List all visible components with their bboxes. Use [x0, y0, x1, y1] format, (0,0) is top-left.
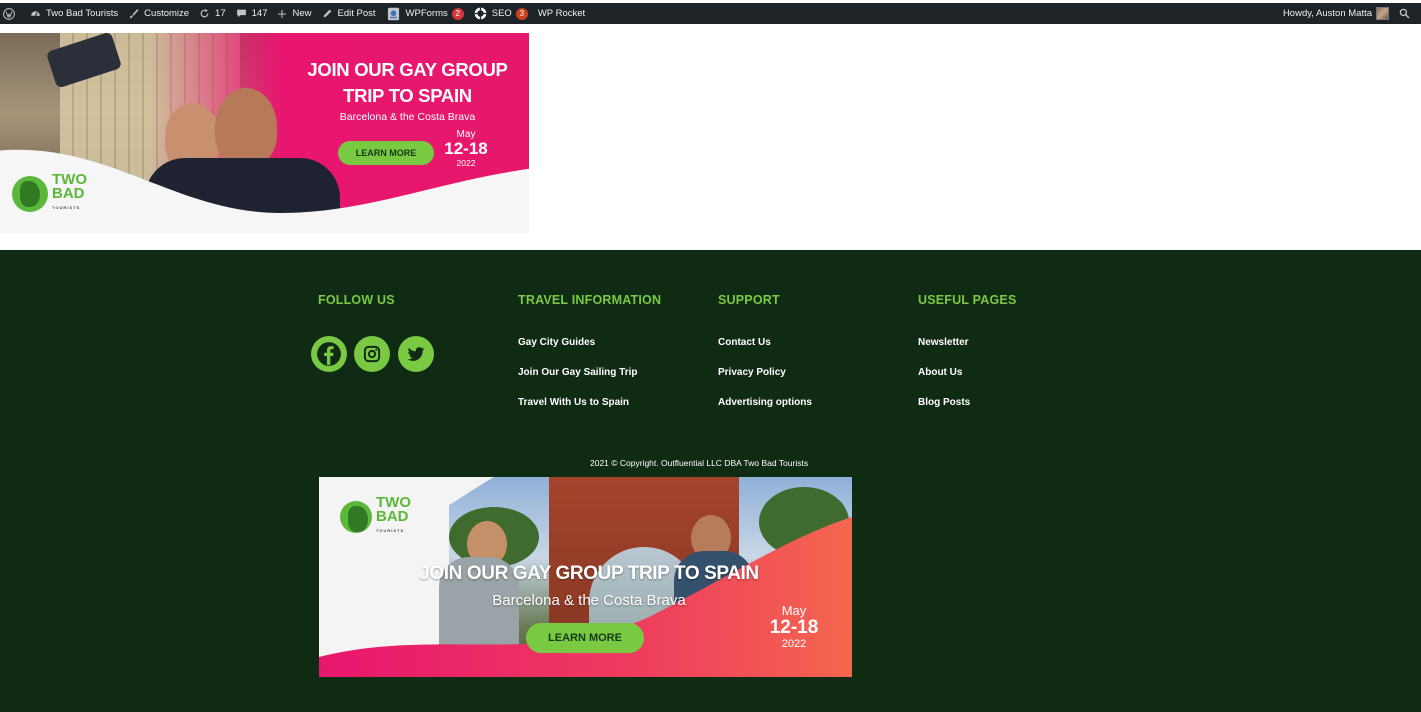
date-year: 2022 [456, 158, 476, 168]
banner-date: May 12-18 2022 [441, 129, 491, 173]
refresh-icon [200, 9, 209, 18]
wpforms-button[interactable]: WPForms 2 [381, 3, 469, 24]
two-bad-tourists-logo: TWO BAD TOURISTS [340, 495, 411, 538]
logo-line2: BAD [52, 185, 85, 202]
instagram-icon [363, 345, 381, 363]
date-year: 2022 [781, 638, 807, 650]
logo-text: TWO BAD TOURISTS [52, 172, 87, 215]
search-button[interactable] [1394, 3, 1421, 24]
wpforms-icon [387, 7, 399, 20]
banner-subtitle: Barcelona & the Costa Brava [492, 592, 686, 609]
new-content-button[interactable]: New [272, 3, 316, 24]
link-travel-spain[interactable]: Travel With Us to Spain [518, 397, 629, 408]
customize-button[interactable]: Customize [123, 3, 194, 24]
logo-text: TWO BAD TOURISTS [376, 495, 411, 538]
comments-count: 147 [251, 8, 268, 19]
link-privacy-policy[interactable]: Privacy Policy [718, 367, 786, 378]
copyright-text: 2021 © Copyright. Outfluential LLC DBA T… [590, 458, 809, 468]
admin-bar: Two Bad Tourists Customize 17 147 New Ed… [0, 3, 1421, 24]
banner-title-line2: TRIP TO SPAIN [343, 85, 472, 106]
seo-label: SEO [491, 8, 512, 19]
link-blog-posts[interactable]: Blog Posts [918, 397, 970, 408]
customize-label: Customize [144, 8, 190, 19]
date-days: 12-18 [444, 139, 488, 158]
seo-button[interactable]: SEO 3 [469, 3, 533, 24]
search-icon [1399, 8, 1410, 19]
date-days: 12-18 [769, 617, 819, 638]
site-footer: FOLLOW US TRAVEL INFORMATION SUPPORT USE… [0, 250, 1421, 712]
new-label: New [292, 8, 312, 19]
banner-ad-top[interactable]: JOIN OUR GAY GROUP TRIP TO SPAIN Barcelo… [0, 33, 529, 233]
date-month: May [781, 603, 807, 618]
facebook-link[interactable] [311, 336, 347, 372]
follow-us-heading: FOLLOW US [318, 293, 395, 307]
site-name-button[interactable]: Two Bad Tourists [25, 3, 123, 24]
brush-icon [129, 9, 139, 19]
wp-rocket-label: WP Rocket [537, 8, 586, 19]
logo-small: TOURISTS [52, 205, 81, 210]
updates-count: 17 [215, 8, 226, 19]
banner-title-line1: JOIN OUR GAY GROUP [307, 59, 508, 80]
travel-info-heading: TRAVEL INFORMATION [518, 293, 662, 307]
wpforms-badge: 2 [451, 7, 464, 20]
learn-more-button[interactable]: LEARN MORE [526, 623, 644, 653]
seo-badge: 3 [515, 7, 528, 20]
pencil-icon [323, 9, 331, 18]
two-bad-tourists-logo: TWO BAD TOURISTS [12, 172, 87, 215]
twitter-icon [407, 347, 425, 361]
link-advertising-options[interactable]: Advertising options [718, 397, 812, 408]
instagram-link[interactable] [354, 336, 390, 372]
updates-button[interactable]: 17 [194, 3, 231, 24]
logo-line2: BAD [376, 508, 409, 525]
wpforms-label: WPForms [405, 8, 448, 19]
comments-button[interactable]: 147 [231, 3, 273, 24]
wordpress-icon [3, 7, 15, 20]
link-gay-city-guides[interactable]: Gay City Guides [518, 337, 595, 348]
account-menu[interactable]: Howdy, Auston Matta [1278, 3, 1394, 24]
edit-post-button[interactable]: Edit Post [317, 3, 381, 24]
banner-title: JOIN OUR GAY GROUP TRIP TO SPAIN [419, 563, 759, 584]
globe-logo-icon [340, 501, 372, 533]
banner-subtitle: Barcelona & the Costa Brava [339, 111, 476, 123]
link-contact-us[interactable]: Contact Us [718, 337, 771, 348]
link-newsletter[interactable]: Newsletter [918, 337, 969, 348]
logo-small: TOURISTS [376, 528, 405, 533]
dashboard-icon [31, 11, 40, 16]
learn-more-button[interactable]: LEARN MORE [338, 141, 434, 165]
edit-post-label: Edit Post [337, 8, 376, 19]
banner-ad-bottom[interactable]: TWO BAD TOURISTS JOIN OUR GAY GROUP TRIP… [319, 477, 852, 677]
wp-rocket-button[interactable]: WP Rocket [533, 3, 590, 24]
plus-icon [278, 9, 287, 18]
link-gay-sailing-trip[interactable]: Join Our Gay Sailing Trip [518, 367, 637, 378]
banner-date: May 12-18 2022 [766, 603, 822, 659]
comment-icon [236, 9, 246, 18]
wordpress-logo-button[interactable] [0, 3, 25, 24]
link-about-us[interactable]: About Us [918, 367, 962, 378]
globe-logo-icon [12, 176, 48, 212]
site-name-label: Two Bad Tourists [46, 8, 119, 19]
twitter-link[interactable] [398, 336, 434, 372]
facebook-icon [317, 342, 341, 366]
howdy-label: Howdy, Auston Matta [1282, 8, 1372, 19]
banner-title: JOIN OUR GAY GROUP TRIP TO SPAIN [290, 57, 525, 109]
support-heading: SUPPORT [718, 293, 780, 307]
avatar [1376, 7, 1389, 20]
seo-icon [474, 7, 487, 20]
useful-pages-heading: USEFUL PAGES [918, 293, 1017, 307]
